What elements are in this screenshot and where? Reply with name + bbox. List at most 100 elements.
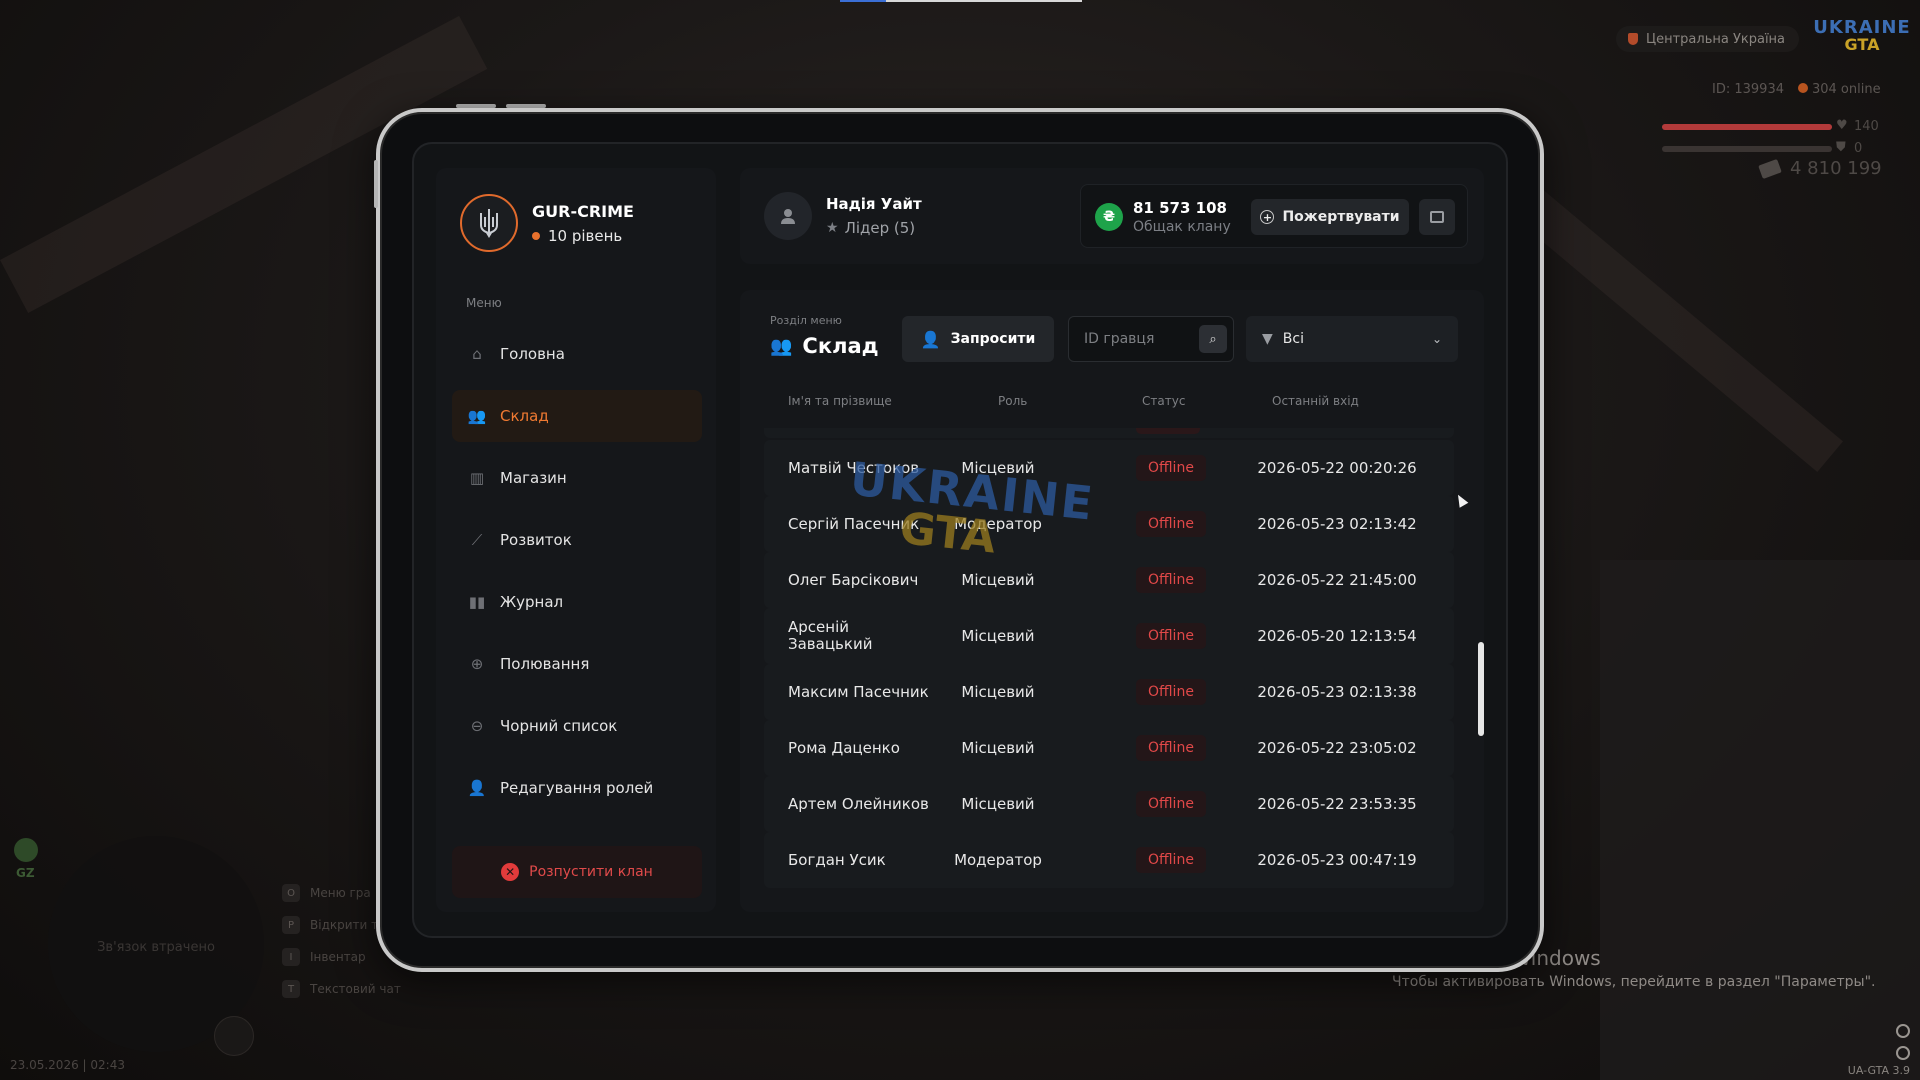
member-role: Модератор bbox=[954, 851, 1042, 869]
members-scrollbar[interactable] bbox=[1478, 642, 1484, 736]
donate-button[interactable]: + Пожертвувати bbox=[1251, 199, 1409, 235]
user-role: ★ Лідер (5) bbox=[826, 219, 916, 237]
user-edit-icon: 👤 bbox=[467, 779, 487, 797]
money-icon bbox=[1758, 158, 1782, 179]
table-row[interactable]: Сергій Пасечник Модератор Offline 2026-0… bbox=[764, 496, 1454, 552]
add-user-icon: 👤 bbox=[920, 329, 941, 349]
clan-name: GUR-CRIME bbox=[532, 201, 634, 221]
shield-icon bbox=[1628, 33, 1638, 45]
table-row[interactable]: Богдан Усик Модератор Offline 2026-05-23… bbox=[764, 832, 1454, 888]
filter-value: Всі bbox=[1282, 331, 1304, 347]
sidebar-item-journal[interactable]: ▮▮ Журнал bbox=[452, 576, 702, 628]
server-logo: UKRAINE GTA bbox=[1813, 17, 1911, 54]
invite-button[interactable]: 👤 Запросити bbox=[902, 316, 1054, 362]
health-value: 140 bbox=[1854, 119, 1879, 134]
storage-button[interactable] bbox=[1419, 199, 1455, 235]
member-last-login: 2026-05-22 00:20:26 bbox=[1257, 459, 1417, 477]
region-label: Центральна Україна bbox=[1646, 31, 1786, 47]
sidebar-item-blacklist[interactable]: ⊖ Чорний список bbox=[452, 700, 702, 752]
member-role: Місцевий bbox=[961, 795, 1035, 813]
table-row[interactable]: Арсеній Завацький Місцевий Offline 2026-… bbox=[764, 608, 1454, 664]
member-status: Offline bbox=[1136, 832, 1206, 888]
table-row[interactable]: Артем Олейников Місцевий Offline 2026-05… bbox=[764, 776, 1454, 832]
search-button[interactable]: ⌕ bbox=[1199, 325, 1227, 353]
member-name: Максим Пасечник bbox=[788, 682, 929, 701]
table-row[interactable]: Максим Пасечник Місцевий Offline 2026-05… bbox=[764, 664, 1454, 720]
sidebar-item-members[interactable]: 👥 Склад bbox=[452, 390, 702, 442]
plus-circle-icon: + bbox=[1260, 210, 1275, 224]
column-header-role: Роль bbox=[998, 394, 1028, 408]
table-row[interactable]: Олег Барсікович Місцевий Offline 2026-05… bbox=[764, 552, 1454, 608]
current-user: Надія Уайт ★ Лідер (5) bbox=[764, 192, 922, 240]
status-badge: Offline bbox=[1136, 567, 1206, 593]
player-id-search-input[interactable] bbox=[1070, 318, 1190, 360]
status-badge: Offline bbox=[1136, 679, 1206, 705]
member-role: Місцевий bbox=[961, 459, 1035, 477]
online-icon bbox=[1797, 83, 1808, 93]
member-last-login: 2026-05-23 00:47:19 bbox=[1257, 851, 1417, 869]
player-id: ID: 139934 bbox=[1712, 82, 1784, 97]
balance-label: Общак клану bbox=[1133, 219, 1231, 235]
close-circle-icon: ✕ bbox=[501, 863, 520, 881]
clan-balance: ₴ 81 573 108 Общак клану + Пожертвувати bbox=[1080, 184, 1468, 248]
chevron-down-icon: ⌄ bbox=[1431, 332, 1442, 346]
section-label: Розділ меню bbox=[770, 314, 842, 327]
members-icon: 👥 bbox=[467, 407, 487, 425]
column-header-status: Статус bbox=[1142, 394, 1186, 408]
member-status: Offline bbox=[1136, 776, 1206, 832]
background-locker bbox=[1600, 560, 1920, 1080]
minimap-status: Зв'язок втрачено bbox=[97, 940, 215, 955]
person-icon bbox=[781, 209, 795, 224]
sidebar-item-development[interactable]: ⟋ Розвиток bbox=[452, 514, 702, 566]
level-dot-icon bbox=[532, 231, 540, 240]
member-last-login: 2026-05-23 02:13:38 bbox=[1257, 683, 1417, 701]
table-row[interactable]: Матвій Честоков Місцевий Offline 2026-05… bbox=[764, 440, 1454, 496]
status-badge: Offline bbox=[1136, 791, 1206, 817]
region-badge: Центральна Україна bbox=[1616, 26, 1800, 52]
crosshair-icon: ⊕ bbox=[470, 655, 484, 673]
hotkey-hint: T Текстовий чат bbox=[282, 980, 401, 998]
status-badge: Offline bbox=[1136, 735, 1206, 761]
health-bar bbox=[1662, 124, 1832, 130]
user-name: Надія Уайт bbox=[826, 195, 922, 213]
table-row[interactable] bbox=[764, 428, 1454, 438]
sidebar-item-hunting[interactable]: ⊕ Полювання bbox=[452, 638, 702, 690]
member-name: Артем Олейников bbox=[788, 794, 929, 813]
tablet-side-button bbox=[374, 160, 378, 208]
sidebar-item-shop[interactable]: ▥ Магазин bbox=[452, 452, 702, 504]
role-filter-dropdown[interactable]: ▼ Всі ⌄ bbox=[1246, 316, 1458, 362]
members-panel: Розділ меню 👥 Склад 👤 Запросити ⌕ ▼ Всі … bbox=[740, 290, 1484, 912]
members-icon: 👥 bbox=[770, 335, 793, 357]
armor-icon: ⛊ bbox=[1836, 140, 1846, 155]
clan-header: GUR-CRIME 10 рівень bbox=[460, 194, 634, 252]
status-badge: Offline bbox=[1136, 455, 1206, 481]
armor-bar bbox=[1662, 146, 1832, 152]
status-badge: Offline bbox=[1136, 847, 1206, 873]
version-label: UA-GTA 3.9 bbox=[1847, 1064, 1910, 1077]
member-name: Арсеній Завацький bbox=[788, 618, 873, 653]
book-icon: ▮▮ bbox=[468, 593, 486, 611]
member-status: Offline bbox=[1136, 552, 1206, 608]
sidebar-item-home[interactable]: ⌂ Головна bbox=[452, 328, 702, 380]
member-last-login: 2026-05-22 23:53:35 bbox=[1257, 795, 1417, 813]
player-info: ID: 139934 304 online bbox=[1712, 82, 1881, 97]
column-header-last-login: Останній вхід bbox=[1272, 394, 1359, 408]
member-role: Місцевий bbox=[961, 683, 1035, 701]
member-status: Offline bbox=[1136, 608, 1206, 664]
player-money: 4 810 199 bbox=[1758, 158, 1882, 179]
member-role: Місцевий bbox=[961, 571, 1035, 589]
disband-clan-button[interactable]: ✕ Розпустити клан bbox=[452, 846, 702, 898]
member-name: Рома Даценко bbox=[788, 738, 900, 757]
online-count: 304 online bbox=[1797, 82, 1881, 97]
sidebar: GUR-CRIME 10 рівень Меню ⌂ Головна 👥 Склад… bbox=[436, 168, 716, 912]
filter-icon: ▼ bbox=[1262, 331, 1273, 347]
location-icon bbox=[1896, 1046, 1910, 1060]
sidebar-item-edit-roles[interactable]: 👤 Редагування ролей bbox=[452, 762, 702, 814]
hryvnia-icon: ₴ bbox=[1095, 203, 1123, 231]
armor-value: 0 bbox=[1854, 141, 1863, 156]
member-last-login: 2026-05-23 02:13:42 bbox=[1257, 515, 1417, 533]
status-badge: Offline bbox=[1136, 623, 1206, 649]
member-role: Місцевий bbox=[961, 739, 1035, 757]
page-title: 👥 Склад bbox=[770, 334, 879, 358]
table-row[interactable]: Рома Даценко Місцевий Offline 2026-05-22… bbox=[764, 720, 1454, 776]
